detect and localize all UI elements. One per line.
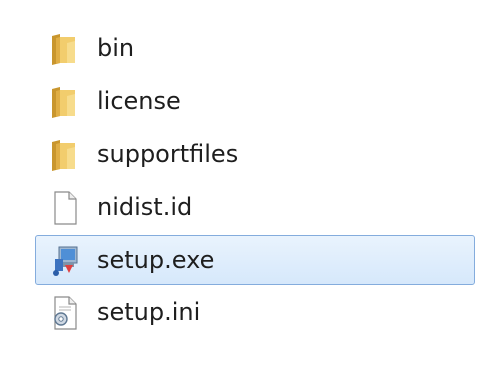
file-list: bin license supportfiles nidist.id setup… bbox=[0, 0, 478, 380]
folder-icon bbox=[47, 84, 83, 120]
installer-icon bbox=[47, 243, 83, 279]
file-name: license bbox=[97, 87, 181, 115]
file-name: bin bbox=[97, 34, 135, 62]
file-name: setup.ini bbox=[97, 298, 201, 326]
file-item-setup-ini[interactable]: setup.ini bbox=[35, 287, 475, 337]
file-item-nidist-id[interactable]: nidist.id bbox=[35, 182, 475, 232]
file-name: nidist.id bbox=[97, 193, 193, 221]
file-item-setup-exe[interactable]: setup.exe bbox=[35, 235, 475, 285]
folder-icon bbox=[47, 137, 83, 173]
file-item-license[interactable]: license bbox=[35, 76, 475, 126]
config-file-icon bbox=[47, 295, 83, 331]
folder-icon bbox=[47, 31, 83, 67]
file-name: supportfiles bbox=[97, 140, 239, 168]
blank-file-icon bbox=[47, 190, 83, 226]
file-item-bin[interactable]: bin bbox=[35, 23, 475, 73]
file-name: setup.exe bbox=[97, 246, 215, 274]
file-item-supportfiles[interactable]: supportfiles bbox=[35, 129, 475, 179]
